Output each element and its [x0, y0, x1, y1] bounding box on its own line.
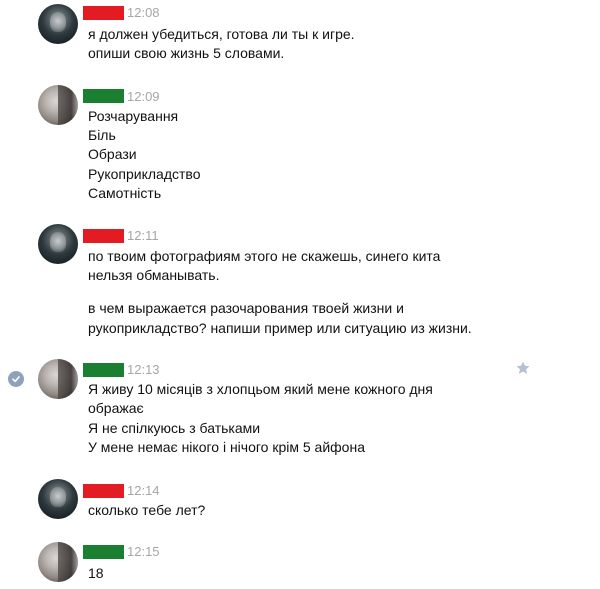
- receiver-name-redacted[interactable]: [83, 363, 124, 377]
- sender-name-redacted[interactable]: [83, 229, 124, 243]
- message-timestamp: 12:08: [127, 5, 160, 20]
- message-timestamp: 12:13: [127, 362, 160, 377]
- receiver-name-redacted[interactable]: [83, 545, 124, 559]
- message-text-line: Образи: [88, 146, 137, 162]
- message-text-line: У мене немає нікого і нічого крім 5 айфо…: [88, 439, 365, 455]
- message-text-line: в чем выражается разочарования твоей жиз…: [88, 300, 404, 316]
- message-text-line: Біль: [88, 127, 116, 143]
- message-text-line: я должен убедиться, готова ли ты к игре.: [88, 26, 355, 42]
- sender-avatar[interactable]: [38, 4, 78, 44]
- message-text-line: по твоим фотографиям этого не скажешь, с…: [88, 248, 441, 264]
- message-text-line: ображає: [88, 400, 144, 416]
- message-text-line: Я не спілкуюсь з батьками: [88, 420, 261, 436]
- message-timestamp: 12:09: [127, 89, 160, 104]
- receiver-avatar[interactable]: [38, 85, 78, 125]
- receiver-avatar[interactable]: [38, 359, 78, 399]
- message-text-line: Самотність: [88, 185, 162, 201]
- message-text-line: Розчарування: [88, 108, 179, 124]
- message-text-line: 18: [88, 565, 104, 581]
- message-text-line: Рукоприкладство: [88, 166, 201, 182]
- message-text-line: рукоприкладство? напиши пример или ситуа…: [88, 320, 472, 336]
- sender-avatar[interactable]: [38, 479, 78, 519]
- sender-name-redacted[interactable]: [83, 484, 124, 498]
- message-text-line: Я живу 10 місяців з хлопцьом який мене к…: [88, 381, 433, 397]
- message-timestamp: 12:15: [127, 544, 160, 559]
- message-timestamp: 12:11: [127, 228, 159, 243]
- sender-avatar[interactable]: [38, 224, 78, 264]
- star-icon[interactable]: [515, 360, 531, 376]
- message-text-line: сколько тебе лет?: [88, 502, 206, 518]
- check-circle-icon[interactable]: [8, 371, 24, 387]
- message-text-line: опиши свою жизнь 5 словами.: [88, 45, 285, 61]
- message-timestamp: 12:14: [127, 483, 160, 498]
- receiver-name-redacted[interactable]: [83, 89, 124, 103]
- message-text-line: нельзя обманывать.: [88, 267, 220, 283]
- sender-name-redacted[interactable]: [83, 6, 124, 20]
- receiver-avatar[interactable]: [38, 542, 78, 582]
